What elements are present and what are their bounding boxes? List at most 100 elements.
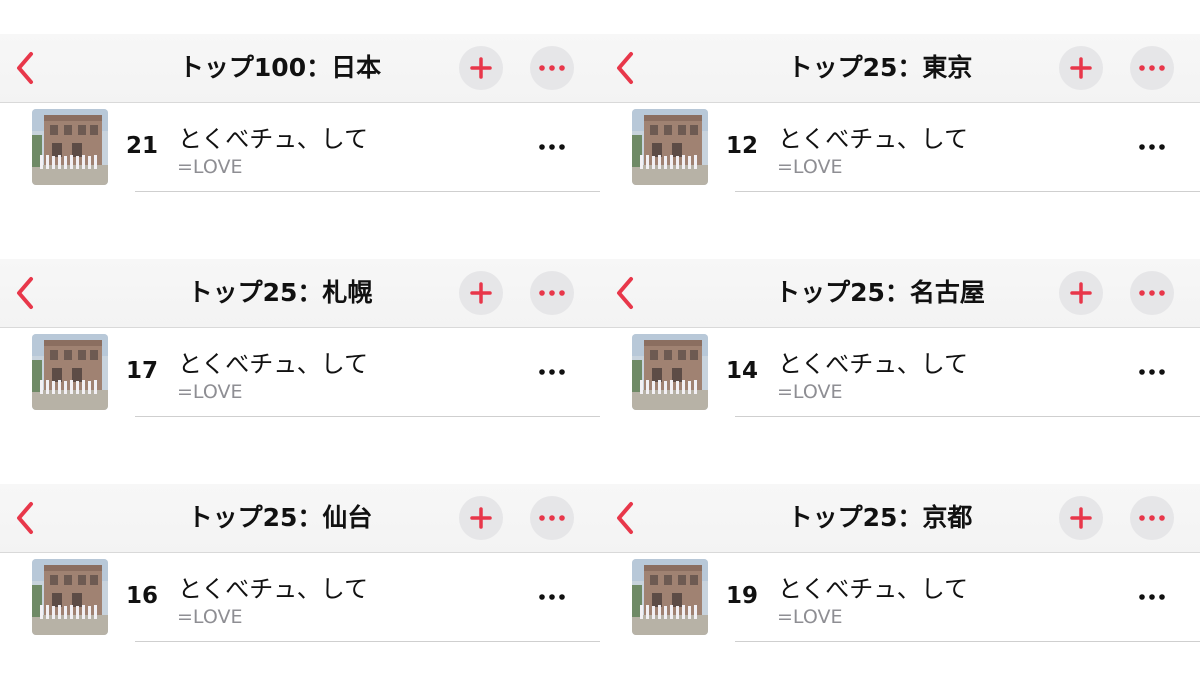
- back-button[interactable]: [8, 48, 42, 88]
- chart-panel-nagoya-top25: トップ25：名古屋 14 とくべチュ、して =LOVE: [600, 225, 1200, 450]
- page-title: トップ25：札幌: [187, 278, 373, 307]
- song-more-button[interactable]: [528, 131, 576, 163]
- song-title: とくべチュ、して: [778, 350, 969, 378]
- song-title: とくべチュ、して: [178, 350, 369, 378]
- page-title: トップ25：東京: [787, 53, 973, 82]
- back-button[interactable]: [608, 48, 642, 88]
- add-button[interactable]: [1059, 46, 1103, 90]
- ellipsis-icon: [539, 515, 565, 521]
- song-row[interactable]: 17 とくべチュ、して =LOVE: [0, 328, 600, 417]
- chart-rank: 21: [125, 133, 158, 159]
- chart-rank: 16: [125, 583, 158, 609]
- navigation-bar: トップ25：京都: [600, 484, 1200, 553]
- album-artwork: [632, 334, 708, 410]
- artist-name: =LOVE: [177, 381, 243, 403]
- song-row[interactable]: 14 とくべチュ、して =LOVE: [600, 328, 1200, 417]
- chart-panel-japan-top100: トップ100：日本 21 とくべチュ、して =LOVE: [0, 0, 600, 225]
- chart-rank: 19: [725, 583, 758, 609]
- ellipsis-icon: [1139, 515, 1165, 521]
- more-options-button[interactable]: [1130, 496, 1174, 540]
- chevron-left-icon: [17, 277, 33, 309]
- chart-rank: 12: [725, 133, 758, 159]
- ellipsis-icon: [539, 65, 565, 71]
- chevron-left-icon: [617, 52, 633, 84]
- album-artwork: [32, 334, 108, 410]
- chevron-left-icon: [617, 502, 633, 534]
- song-row[interactable]: 16 とくべチュ、して =LOVE: [0, 553, 600, 642]
- artist-name: =LOVE: [777, 156, 843, 178]
- row-divider: [135, 191, 600, 192]
- ellipsis-icon: [1139, 290, 1165, 296]
- chart-panel-tokyo-top25: トップ25：東京 12 とくべチュ、して =LOVE: [600, 0, 1200, 225]
- song-title: とくべチュ、して: [778, 125, 969, 153]
- back-button[interactable]: [608, 273, 642, 313]
- row-divider: [135, 641, 600, 642]
- more-options-button[interactable]: [530, 46, 574, 90]
- chart-screenshots-grid: トップ100：日本 21 とくべチュ、して =LOVE トップ25：東京 12 …: [0, 0, 1200, 675]
- row-divider: [735, 641, 1200, 642]
- page-title: トップ25：京都: [787, 503, 973, 532]
- ellipsis-icon: [539, 369, 565, 375]
- song-more-button[interactable]: [1128, 581, 1176, 613]
- navigation-bar: トップ25：仙台: [0, 484, 600, 553]
- row-divider: [735, 416, 1200, 417]
- more-options-button[interactable]: [1130, 46, 1174, 90]
- add-button[interactable]: [459, 496, 503, 540]
- chart-panel-sendai-top25: トップ25：仙台 16 とくべチュ、して =LOVE: [0, 450, 600, 675]
- artist-name: =LOVE: [177, 606, 243, 628]
- song-more-button[interactable]: [1128, 356, 1176, 388]
- chart-rank: 14: [725, 358, 758, 384]
- chart-panel-sapporo-top25: トップ25：札幌 17 とくべチュ、して =LOVE: [0, 225, 600, 450]
- chevron-left-icon: [617, 277, 633, 309]
- add-button[interactable]: [1059, 271, 1103, 315]
- ellipsis-icon: [1139, 594, 1165, 600]
- plus-icon: [470, 57, 492, 79]
- navigation-bar: トップ25：東京: [600, 34, 1200, 103]
- song-more-button[interactable]: [528, 356, 576, 388]
- page-title: トップ100：日本: [178, 53, 382, 82]
- navigation-bar: トップ100：日本: [0, 34, 600, 103]
- song-row[interactable]: 19 とくべチュ、して =LOVE: [600, 553, 1200, 642]
- plus-icon: [470, 507, 492, 529]
- chart-panel-kyoto-top25: トップ25：京都 19 とくべチュ、して =LOVE: [600, 450, 1200, 675]
- navigation-bar: トップ25：札幌: [0, 259, 600, 328]
- chart-rank: 17: [125, 358, 158, 384]
- album-artwork: [632, 109, 708, 185]
- song-more-button[interactable]: [1128, 131, 1176, 163]
- song-row[interactable]: 21 とくべチュ、して =LOVE: [0, 103, 600, 192]
- row-divider: [735, 191, 1200, 192]
- album-artwork: [632, 559, 708, 635]
- song-title: とくべチュ、して: [178, 575, 369, 603]
- song-title: とくべチュ、して: [778, 575, 969, 603]
- back-button[interactable]: [8, 498, 42, 538]
- ellipsis-icon: [539, 290, 565, 296]
- back-button[interactable]: [608, 498, 642, 538]
- back-button[interactable]: [8, 273, 42, 313]
- artist-name: =LOVE: [177, 156, 243, 178]
- more-options-button[interactable]: [530, 271, 574, 315]
- plus-icon: [1070, 282, 1092, 304]
- page-title: トップ25：仙台: [187, 503, 373, 532]
- song-more-button[interactable]: [528, 581, 576, 613]
- chevron-left-icon: [17, 52, 33, 84]
- chevron-left-icon: [17, 502, 33, 534]
- artist-name: =LOVE: [777, 381, 843, 403]
- ellipsis-icon: [539, 594, 565, 600]
- plus-icon: [1070, 57, 1092, 79]
- row-divider: [135, 416, 600, 417]
- more-options-button[interactable]: [530, 496, 574, 540]
- plus-icon: [1070, 507, 1092, 529]
- ellipsis-icon: [1139, 65, 1165, 71]
- ellipsis-icon: [1139, 369, 1165, 375]
- more-options-button[interactable]: [1130, 271, 1174, 315]
- plus-icon: [470, 282, 492, 304]
- ellipsis-icon: [539, 144, 565, 150]
- song-title: とくべチュ、して: [178, 125, 369, 153]
- page-title: トップ25：名古屋: [775, 278, 985, 307]
- add-button[interactable]: [459, 271, 503, 315]
- song-row[interactable]: 12 とくべチュ、して =LOVE: [600, 103, 1200, 192]
- album-artwork: [32, 109, 108, 185]
- add-button[interactable]: [1059, 496, 1103, 540]
- album-artwork: [32, 559, 108, 635]
- add-button[interactable]: [459, 46, 503, 90]
